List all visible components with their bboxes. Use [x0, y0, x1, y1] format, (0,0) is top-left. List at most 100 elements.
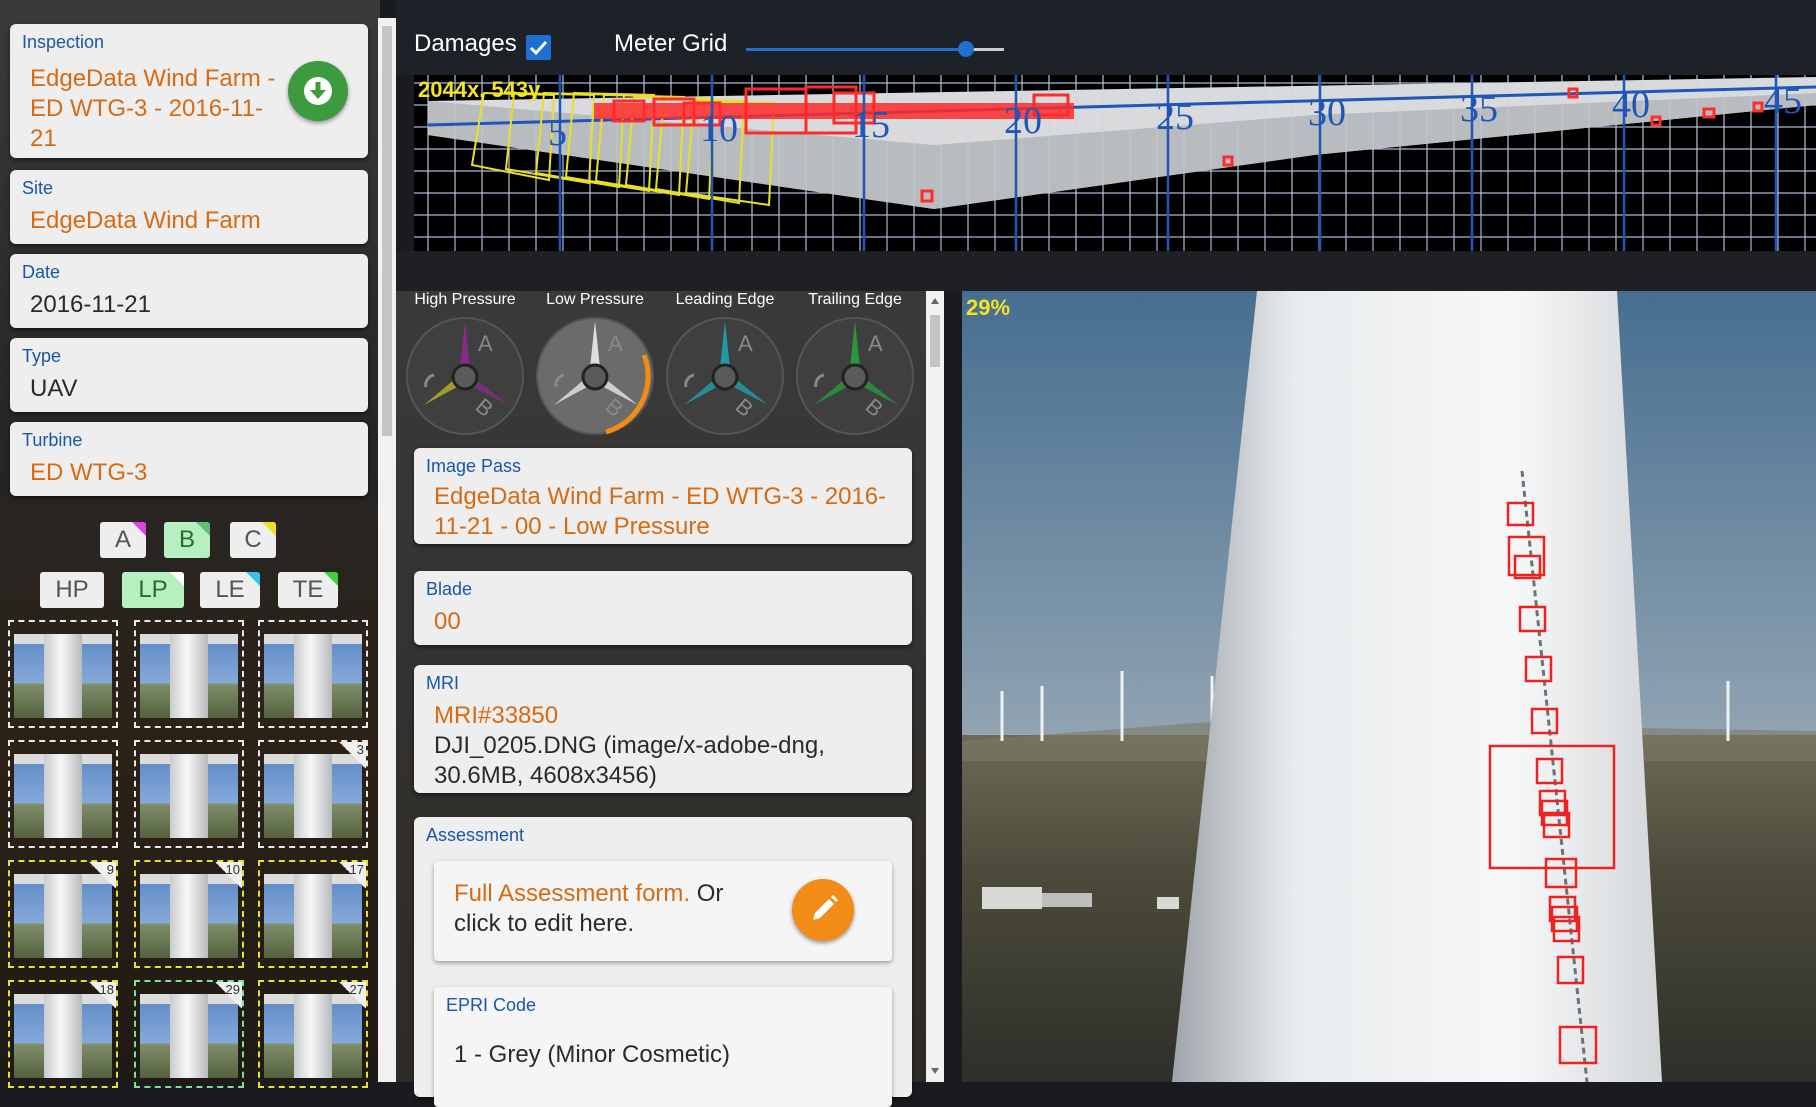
blade-filter-a[interactable]: A: [100, 522, 146, 558]
meter-grid-slider-thumb[interactable]: [958, 41, 974, 57]
thumbnail-number: 29: [214, 982, 242, 1008]
assessment-edit-card[interactable]: Full Assessment form. Or click to edit h…: [434, 861, 892, 961]
assessment-text: Full Assessment form. Or click to edit h…: [454, 879, 723, 939]
inspection-photo-viewer[interactable]: 29%: [962, 291, 1816, 1082]
thumbnail-image: [14, 634, 112, 718]
scroll-up-icon[interactable]: [930, 297, 940, 305]
epri-code-card[interactable]: EPRI Code 1 - Grey (Minor Cosmetic): [434, 987, 892, 1107]
zoom-readout: 29%: [966, 295, 1011, 320]
side-te-color-marker: [324, 572, 338, 586]
mri-detail-line-2: 30.6MB, 4608x3456): [434, 762, 657, 789]
blade-map[interactable]: 5 10 15 20 25 30 35 40 45 2044x, 543y: [414, 75, 1816, 251]
assessment-click-text: click to edit here.: [454, 910, 635, 937]
site-card: Site EdgeData Wind Farm: [10, 170, 368, 244]
blade-label: Blade: [426, 579, 473, 599]
blade-map-tick-label: 45: [1764, 80, 1802, 122]
divider-strip: [396, 251, 1816, 291]
assessment-or-text: Or: [690, 880, 724, 907]
inspection-value-line-3: 21: [30, 125, 57, 152]
inspection-card: Inspection EdgeData Wind Farm - ED WTG-3…: [10, 24, 368, 158]
inspection-panel: Inspection EdgeData Wind Farm - ED WTG-3…: [0, 0, 396, 1088]
thumbnail-item[interactable]: 17: [258, 860, 368, 968]
mri-card: MRI MRI#33850 DJI_0205.DNG (image/x-adob…: [414, 665, 912, 793]
damages-label: Damages: [414, 30, 517, 57]
side-filter-te-label: TE: [292, 576, 324, 603]
damages-checkbox[interactable]: [526, 35, 551, 60]
blade-map-tick-label: 40: [1612, 84, 1650, 126]
thumbnail-item[interactable]: 27: [258, 980, 368, 1088]
pencil-icon: [813, 895, 838, 920]
middle-scrollbar[interactable]: [926, 291, 944, 1082]
side-filter-lp[interactable]: LP: [122, 572, 184, 608]
thumbnail-item[interactable]: 9: [8, 860, 118, 968]
type-label: Type: [22, 346, 62, 366]
image-pass-value-line-2: 11-21 - 00 - Low Pressure: [434, 513, 710, 540]
mri-label: MRI: [426, 673, 459, 693]
side-filter-le[interactable]: LE: [200, 572, 260, 608]
turbine-value: ED WTG-3: [30, 459, 148, 486]
full-assessment-link[interactable]: Full Assessment form.: [454, 880, 690, 907]
thumbnail-number: 17: [338, 862, 366, 888]
blade-map-canvas: 5 10 15 20 25 30 35 40 45: [414, 75, 1816, 251]
mri-link[interactable]: MRI#33850: [434, 701, 558, 731]
left-scrollbar-thumb[interactable]: [382, 26, 392, 436]
image-detail-panel: High Pressure A B Low Pressure A B Leading Edg…: [396, 291, 944, 1107]
toolbar: Damages Meter Grid: [396, 0, 1816, 75]
date-card: Date 2016-11-21: [10, 254, 368, 328]
thumbnail-image: [14, 754, 112, 838]
side-lp-color-marker: [170, 572, 184, 586]
thumbnail-item[interactable]: 18: [8, 980, 118, 1088]
side-filter-te[interactable]: TE: [278, 572, 338, 608]
mri-detail-line-1: DJI_0205.DNG (image/x-adobe-dng,: [434, 732, 825, 759]
blade-filter-b[interactable]: B: [164, 522, 210, 558]
edit-assessment-button[interactable]: [792, 879, 854, 941]
blade-c-color-marker: [262, 522, 276, 536]
type-value: UAV: [30, 375, 78, 402]
download-button[interactable]: [288, 61, 348, 121]
turbine-label: Turbine: [22, 430, 83, 450]
thumbnail-number: 18: [88, 982, 116, 1008]
left-scrollbar[interactable]: [378, 18, 396, 1082]
thumbnail-image: [264, 634, 362, 718]
side-filter-lp-label: LP: [138, 576, 168, 603]
date-value: 2016-11-21: [30, 291, 151, 318]
type-card: Type UAV: [10, 338, 368, 412]
thumbnail-item[interactable]: [134, 620, 244, 728]
middle-scrollbar-thumb[interactable]: [930, 315, 940, 367]
view-dial[interactable]: AB: [404, 315, 526, 437]
view-dial[interactable]: AB: [664, 315, 786, 437]
blade-map-tick-label: 25: [1156, 96, 1194, 138]
view-dial[interactable]: AB: [794, 315, 916, 437]
thumbnail-item[interactable]: [258, 620, 368, 728]
blade-map-tick-label: 10: [700, 108, 738, 150]
date-label: Date: [22, 262, 61, 282]
blade-value: 00: [434, 608, 461, 635]
blade-filter-b-label: B: [178, 526, 195, 553]
blade-map-tick-label: 20: [1004, 100, 1042, 142]
thumbnail-item[interactable]: 3: [258, 740, 368, 848]
svg-text:A: A: [738, 331, 753, 356]
thumbnail-item[interactable]: 10: [134, 860, 244, 968]
view-label: Leading Edge: [675, 291, 775, 308]
scroll-down-icon[interactable]: [930, 1067, 940, 1075]
blade-filter-a-label: A: [114, 526, 131, 553]
site-label: Site: [22, 178, 54, 198]
thumbnail-item[interactable]: [8, 740, 118, 848]
blade-map-tick-label: 5: [548, 112, 567, 154]
blade-filter-c[interactable]: C: [230, 522, 276, 558]
thumbnail-number: 27: [338, 982, 366, 1008]
view-dial[interactable]: AB: [534, 315, 656, 437]
view-label: High Pressure: [414, 291, 516, 308]
thumbnail-item[interactable]: [134, 740, 244, 848]
thumbnail-image: [140, 754, 238, 838]
image-pass-label: Image Pass: [426, 456, 522, 476]
side-filter-hp[interactable]: HP: [40, 572, 104, 608]
assessment-label: Assessment: [426, 825, 525, 845]
blade-filter-c-label: C: [244, 526, 262, 553]
image-pass-card: Image Pass EdgeData Wind Farm - ED WTG-3…: [414, 448, 912, 544]
thumbnail-item[interactable]: [8, 620, 118, 728]
thumbnail-item[interactable]: 29: [134, 980, 244, 1088]
blade-map-tick-label: 15: [852, 104, 890, 146]
blade-photo: [962, 291, 1816, 1082]
blade-map-tick-label: 35: [1460, 88, 1498, 130]
